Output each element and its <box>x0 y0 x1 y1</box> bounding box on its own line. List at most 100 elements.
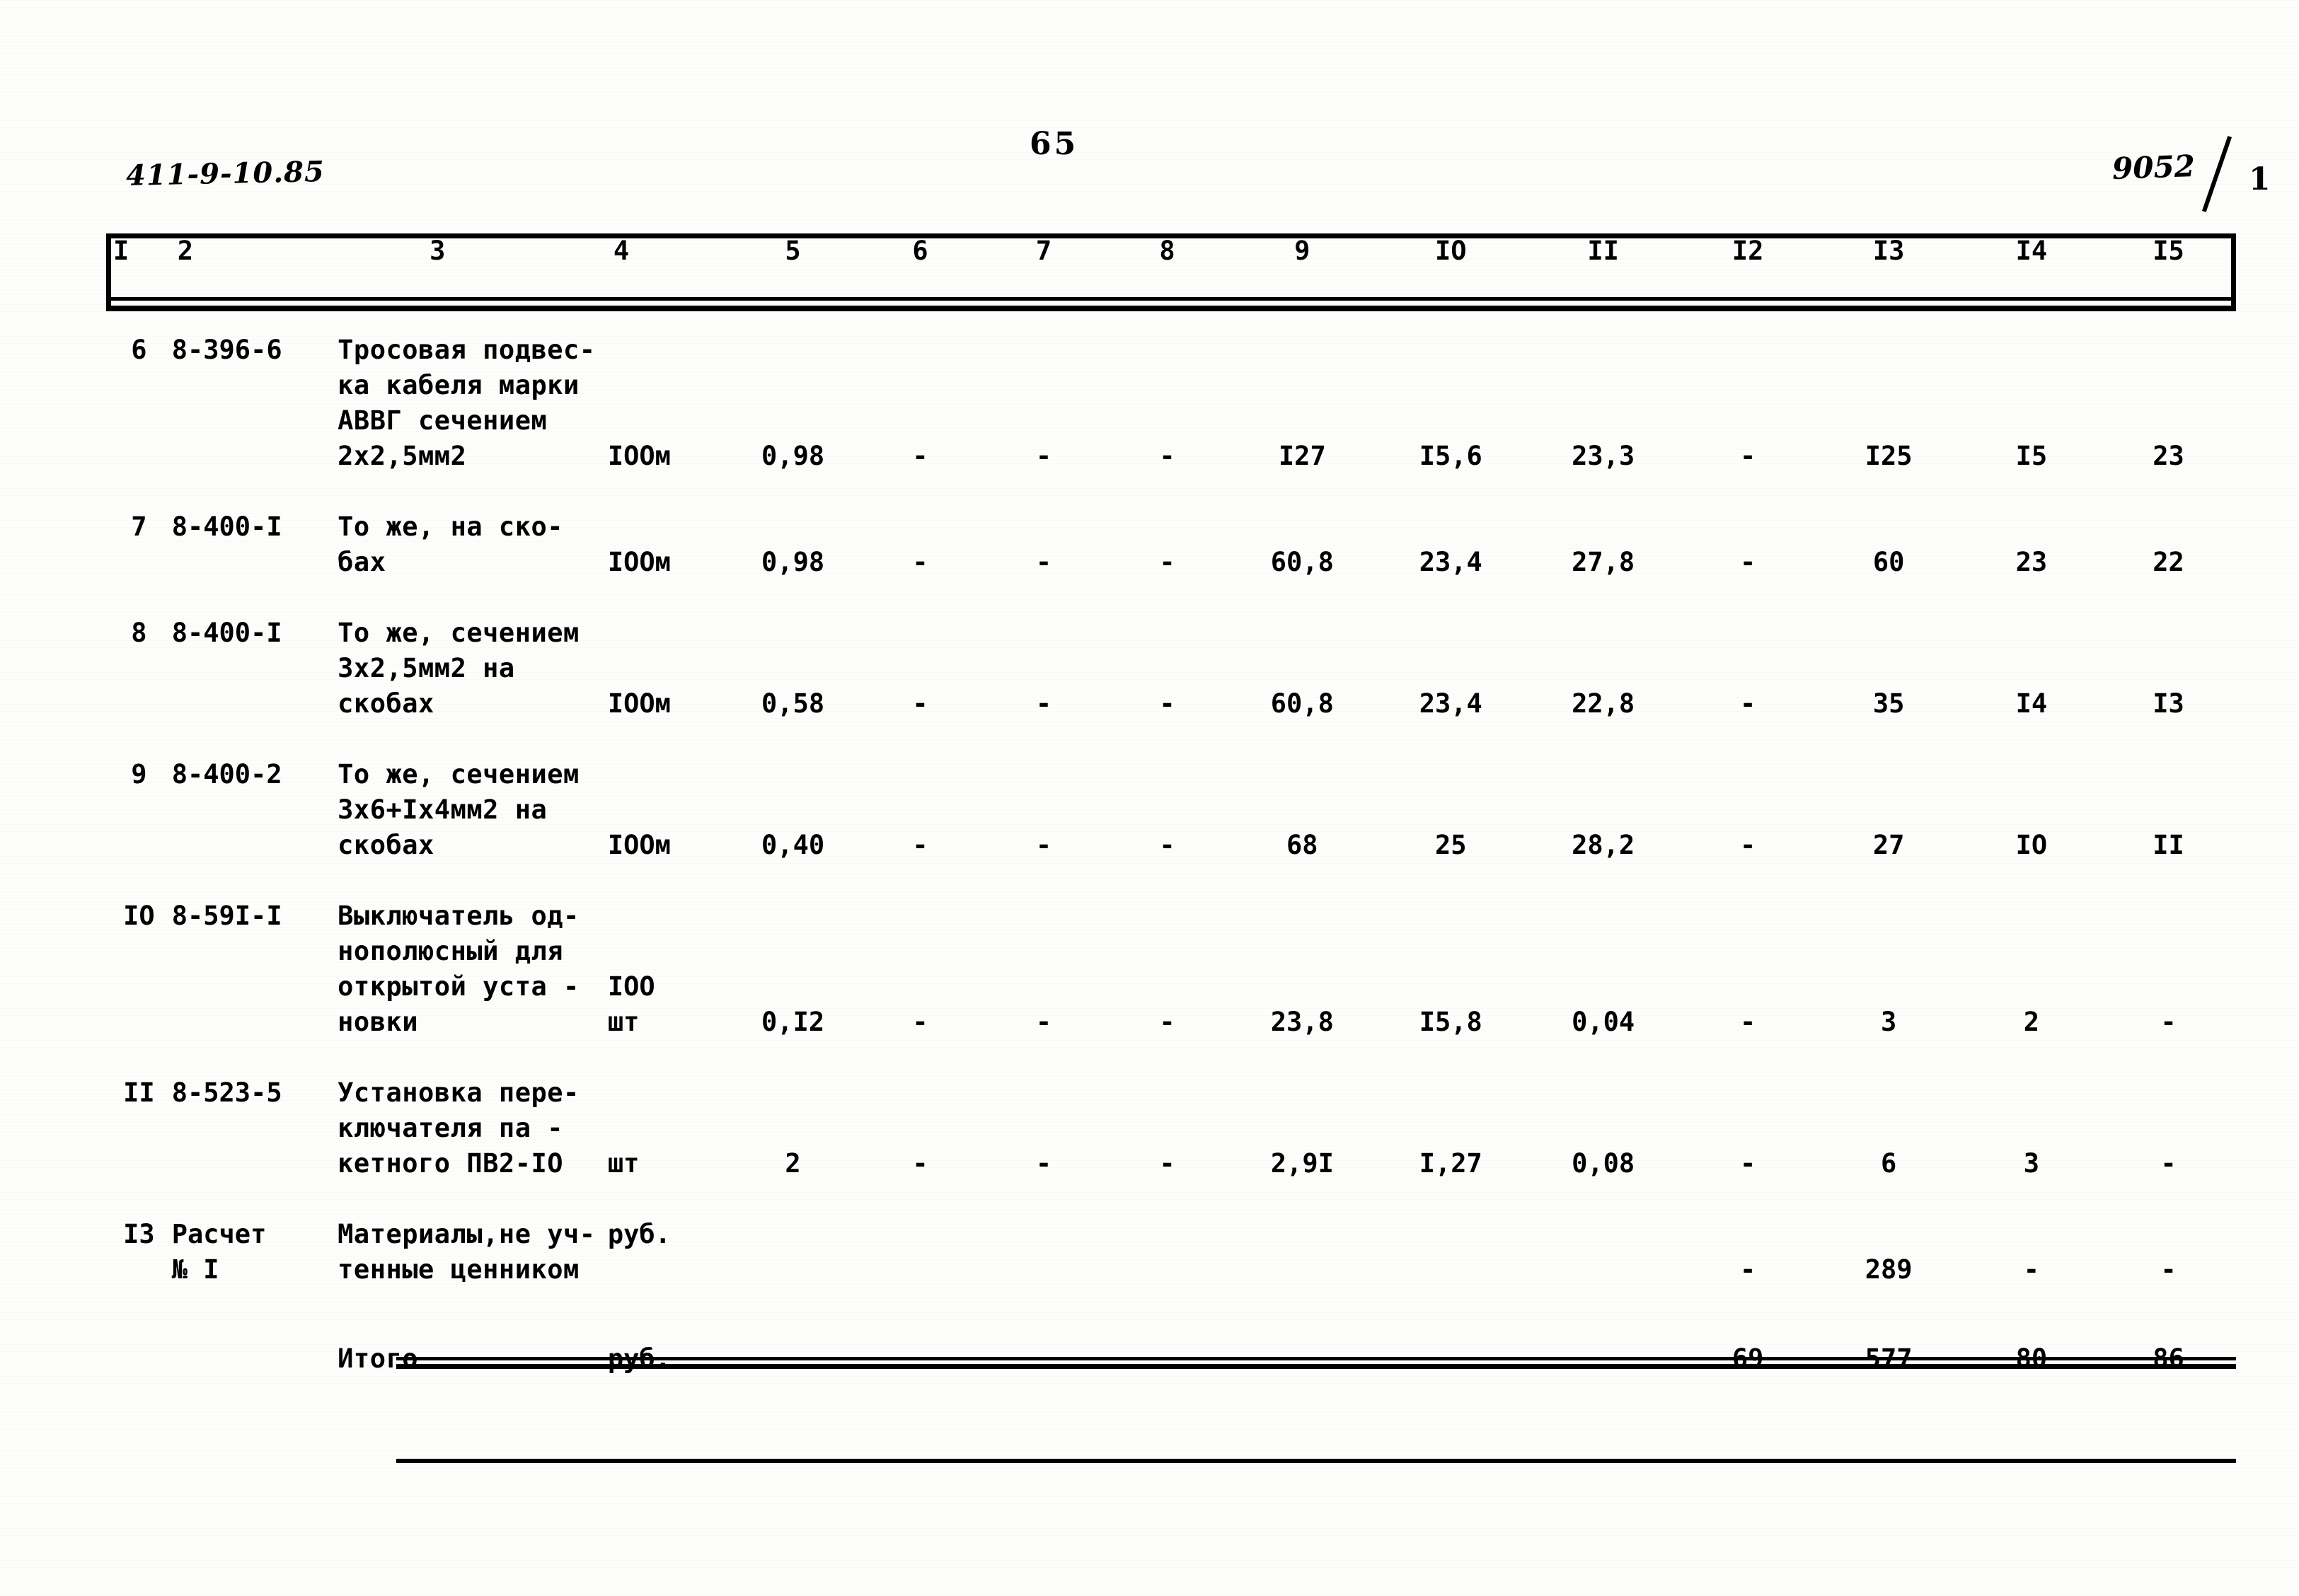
column-header-6: 6 <box>912 236 928 266</box>
total-value-13: 577 <box>1865 1343 1913 1374</box>
row-value-6 <box>858 1213 981 1288</box>
row-value-7: - <box>1035 547 1052 577</box>
row-value-9: 2,9I <box>1270 1148 1334 1179</box>
row-code: 8-400-I <box>171 511 282 542</box>
column-header-10: IO <box>1434 236 1467 266</box>
row-code: 8-396-6 <box>171 335 282 365</box>
row-value-7 <box>982 1213 1105 1288</box>
total-value-12: 69 <box>1732 1343 1764 1374</box>
row-value-12: - <box>1739 1254 1756 1285</box>
row-value-14: 3 <box>2023 1148 2040 1179</box>
row-value-15: 22 <box>2153 547 2184 577</box>
row-code: 8-59I-I <box>171 901 282 931</box>
slash-mark <box>2201 136 2232 212</box>
row-gap <box>106 722 2236 753</box>
table-row: 9 8-400-2 То же, сечением 3х6+Iх4мм2 на … <box>106 753 2236 863</box>
table-bottom-rule <box>396 1459 2236 1463</box>
row-value-5: 0,58 <box>761 688 825 719</box>
row-value-12: - <box>1739 830 1756 860</box>
column-header-12: I2 <box>1732 236 1764 266</box>
table-row: II 8-523-5 Установка пере- ключателя па … <box>106 1071 2236 1181</box>
row-description: Материалы,не уч- тенные ценником <box>338 1219 596 1285</box>
document-code-handwritten: 411-9-10.85 <box>125 155 325 192</box>
row-value-6: - <box>912 1007 928 1037</box>
table-row: 6 8-396-6 Тросовая подвес- ка кабеля мар… <box>106 328 2236 474</box>
total-gap <box>106 1288 2236 1319</box>
row-value-5: 0,98 <box>761 441 825 471</box>
row-value-8: - <box>1159 688 1175 719</box>
cost-estimate-table: I 2 3 4 5 6 7 8 9 IO II I2 I3 I4 I5 6 8-… <box>106 233 2236 1377</box>
row-gap <box>106 1040 2236 1071</box>
row-value-12: - <box>1739 688 1756 719</box>
row-number: 6 <box>131 335 147 365</box>
row-code: 8-400-2 <box>171 759 282 790</box>
row-value-13: 27 <box>1872 830 1905 860</box>
row-value-8: - <box>1159 830 1175 860</box>
row-number: 8 <box>131 618 147 648</box>
total-value-5 <box>727 1337 858 1377</box>
column-header-15: I5 <box>2153 236 2184 266</box>
row-value-7: - <box>1035 1007 1052 1037</box>
row-value-10: 25 <box>1434 830 1467 860</box>
row-gap-cell <box>106 722 2236 753</box>
row-value-12: - <box>1739 1148 1756 1179</box>
row-code: 8-523-5 <box>171 1077 282 1108</box>
column-header-8: 8 <box>1159 236 1175 266</box>
row-value-10: I5,8 <box>1419 1007 1482 1037</box>
row-gap <box>106 1181 2236 1213</box>
row-unit: руб. <box>607 1219 671 1249</box>
total-value-8 <box>1105 1337 1228 1377</box>
row-value-7: - <box>1035 441 1052 471</box>
column-header-14: I4 <box>2015 236 2048 266</box>
row-value-15: - <box>2160 1254 2177 1285</box>
header-gap <box>106 297 2236 328</box>
table-row: 8 8-400-I То же, сечением 3х2,5мм2 на ск… <box>106 611 2236 722</box>
column-header-11: II <box>1587 236 1619 266</box>
column-header-9: 9 <box>1294 236 1310 266</box>
row-value-15: 23 <box>2153 441 2184 471</box>
row-value-5: 0,98 <box>761 547 825 577</box>
total-label: Итого <box>338 1343 419 1374</box>
row-number: I3 <box>123 1219 155 1249</box>
row-value-13: I25 <box>1865 441 1913 471</box>
row-value-14: 2 <box>2023 1007 2040 1037</box>
column-header-row: I 2 3 4 5 6 7 8 9 IO II I2 I3 I4 I5 <box>106 233 2236 297</box>
row-value-10: I5,6 <box>1419 441 1482 471</box>
row-number: 9 <box>131 759 147 790</box>
row-value-14: I4 <box>2015 688 2048 719</box>
total-value-6 <box>858 1337 981 1377</box>
row-value-15: II <box>2153 830 2184 860</box>
row-value-6: - <box>912 547 928 577</box>
row-unit: IOOм <box>607 830 671 860</box>
row-value-7: - <box>1035 1148 1052 1179</box>
row-unit: IOOм <box>607 547 671 577</box>
row-description: Установка пере- ключателя па - кетного П… <box>338 1077 580 1179</box>
column-header-5: 5 <box>785 236 801 266</box>
row-value-10: I,27 <box>1419 1148 1482 1179</box>
row-value-11: 28,2 <box>1572 830 1635 860</box>
total-value-14: 80 <box>2015 1343 2048 1374</box>
row-value-9: 68 <box>1286 830 1318 860</box>
row-value-6: - <box>912 1148 928 1179</box>
row-value-10: 23,4 <box>1419 688 1482 719</box>
row-value-7: - <box>1035 688 1052 719</box>
row-value-6: - <box>912 441 928 471</box>
row-description: Тросовая подвес- ка кабеля марки АВВГ се… <box>338 335 596 471</box>
total-gap-cell <box>106 1288 2236 1319</box>
total-value-9 <box>1229 1337 1376 1377</box>
total-gap-2-cell <box>106 1319 2236 1337</box>
row-unit: IOO шт <box>607 971 655 1037</box>
row-gap-cell <box>106 863 2236 894</box>
row-value-6: - <box>912 688 928 719</box>
header-gap-cell <box>106 297 2236 328</box>
row-value-15: - <box>2160 1007 2177 1037</box>
total-value-11 <box>1526 1337 1681 1377</box>
total-value-10 <box>1376 1337 1526 1377</box>
row-value-5: 0,40 <box>761 830 825 860</box>
row-gap <box>106 580 2236 611</box>
row-value-11 <box>1526 1213 1681 1288</box>
row-number: 7 <box>131 511 147 542</box>
table-row: 7 8-400-I То же, на ско- бах IOOм 0,98 -… <box>106 505 2236 580</box>
row-number: II <box>123 1077 155 1108</box>
total-row-blank-code <box>172 1337 338 1377</box>
